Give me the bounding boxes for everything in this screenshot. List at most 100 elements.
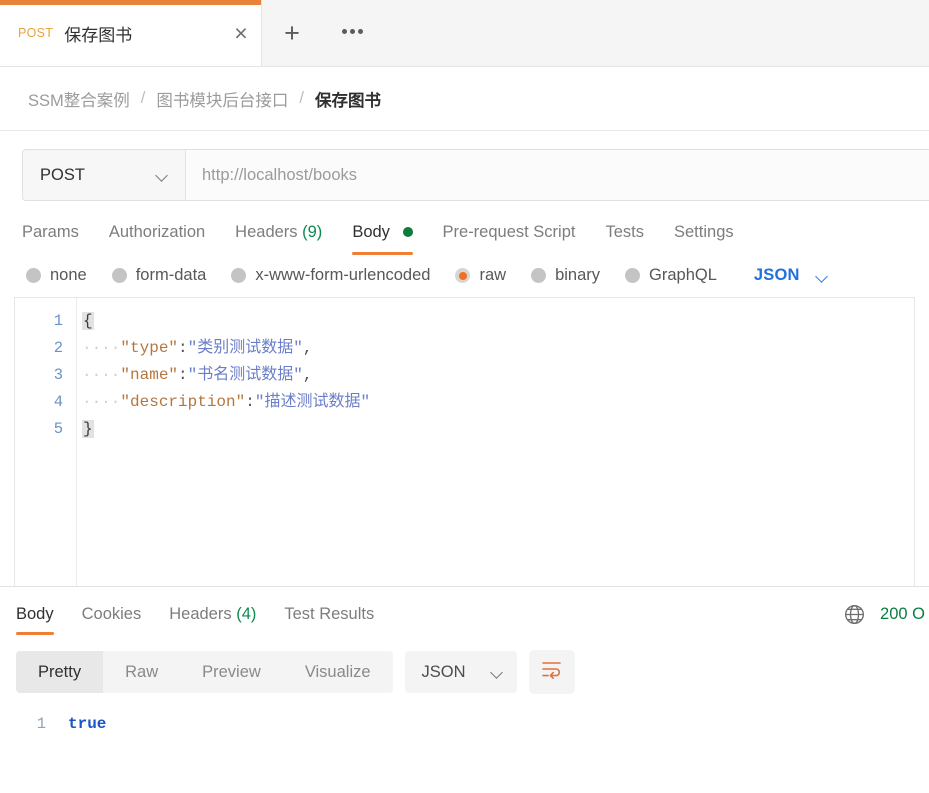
response-tab-body[interactable]: Body <box>16 591 54 638</box>
json-colon: : <box>178 366 188 384</box>
tab-headers-count: (9) <box>302 223 322 241</box>
json-colon: : <box>245 393 255 411</box>
tab-pre-request-script[interactable]: Pre-request Script <box>443 223 595 255</box>
wrap-text-icon <box>541 660 563 684</box>
radio-icon <box>26 268 41 283</box>
more-options-icon[interactable] <box>322 0 382 66</box>
json-key: "description" <box>120 393 245 411</box>
chevron-down-icon <box>156 171 169 179</box>
view-raw-button[interactable]: Raw <box>103 651 180 693</box>
breadcrumb-separator-0: / <box>141 89 146 108</box>
tab-params[interactable]: Params <box>22 223 98 255</box>
request-tab-active[interactable]: POST 保存图书 × <box>0 0 262 66</box>
tab-body[interactable]: Body <box>352 223 431 255</box>
radio-icon <box>112 268 127 283</box>
editor-line-numbers: 1 2 3 4 5 <box>15 298 77 586</box>
body-modified-dot-icon <box>403 227 413 237</box>
tab-headers-label: Headers <box>235 223 297 241</box>
wrap-text-button[interactable] <box>529 650 575 694</box>
json-colon: : <box>178 339 188 357</box>
json-value: "描述测试数据" <box>255 393 370 411</box>
code-line: { <box>82 308 914 335</box>
response-tabs: Body Cookies Headers (4) Test Results 20… <box>0 586 929 642</box>
body-type-none[interactable]: none <box>26 266 87 285</box>
chevron-down-icon <box>491 668 504 676</box>
response-tab-test-results[interactable]: Test Results <box>284 591 374 638</box>
json-comma: , <box>303 366 313 384</box>
body-type-graphql[interactable]: GraphQL <box>625 266 717 285</box>
breadcrumb-item-1[interactable]: 图书模块后台接口 <box>156 87 288 111</box>
body-format-select[interactable]: JSON <box>754 266 829 285</box>
response-tab-cookies[interactable]: Cookies <box>82 591 142 638</box>
body-type-graphql-label: GraphQL <box>649 266 717 285</box>
body-type-urlencoded-label: x-www-form-urlencoded <box>255 266 430 285</box>
url-bar: POST http://localhost/books <box>22 149 929 201</box>
code-line: ····"name":"书名测试数据", <box>82 362 914 389</box>
body-type-none-label: none <box>50 266 87 285</box>
url-input[interactable]: http://localhost/books <box>186 150 929 200</box>
tab-authorization[interactable]: Authorization <box>109 223 224 255</box>
request-body-editor[interactable]: 1 2 3 4 5 { ····"type":"类别测试数据", ····"na… <box>14 297 915 586</box>
ellipsis-icon <box>342 29 363 34</box>
http-method-select[interactable]: POST <box>23 150 186 200</box>
line-number: 3 <box>15 362 76 389</box>
body-type-row: none form-data x-www-form-urlencoded raw… <box>0 255 929 297</box>
http-method-label: POST <box>40 166 85 185</box>
new-tab-icon[interactable]: + <box>262 0 322 66</box>
line-number: 4 <box>15 389 76 416</box>
status-badge: 200 O <box>880 605 925 624</box>
breadcrumb-separator-1: / <box>299 89 304 108</box>
response-view-segmented-control: Pretty Raw Preview Visualize <box>16 651 393 693</box>
response-tab-headers[interactable]: Headers (4) <box>169 591 256 638</box>
line-number: 5 <box>15 416 76 443</box>
radio-selected-icon <box>455 268 470 283</box>
tab-strip: POST 保存图书 × + <box>0 0 929 67</box>
tab-headers[interactable]: Headers (9) <box>235 223 341 255</box>
body-type-urlencoded[interactable]: x-www-form-urlencoded <box>231 266 430 285</box>
response-body: 1 true <box>0 702 929 738</box>
close-icon[interactable]: × <box>221 0 261 66</box>
tab-title-label: 保存图书 <box>64 21 221 46</box>
json-key: "type" <box>120 339 178 357</box>
json-value: "类别测试数据" <box>188 339 303 357</box>
view-visualize-button[interactable]: Visualize <box>283 651 393 693</box>
breadcrumb: SSM整合案例 / 图书模块后台接口 / 保存图书 <box>0 67 929 131</box>
body-type-form-data[interactable]: form-data <box>112 266 207 285</box>
response-tab-headers-count: (4) <box>236 605 256 623</box>
globe-icon <box>843 603 866 626</box>
json-value: "书名测试数据" <box>188 366 303 384</box>
indent-guide: ···· <box>82 339 120 357</box>
body-type-form-data-label: form-data <box>136 266 207 285</box>
response-format-select[interactable]: JSON <box>405 651 517 693</box>
response-tab-headers-label: Headers <box>169 605 231 623</box>
body-type-raw[interactable]: raw <box>455 266 506 285</box>
line-number: 1 <box>15 308 76 335</box>
url-bar-row: POST http://localhost/books <box>0 131 929 201</box>
code-line: ····"type":"类别测试数据", <box>82 335 914 362</box>
indent-guide: ···· <box>82 393 120 411</box>
view-preview-button[interactable]: Preview <box>180 651 283 693</box>
body-type-binary-label: binary <box>555 266 600 285</box>
body-format-label: JSON <box>754 266 800 285</box>
body-type-binary[interactable]: binary <box>531 266 600 285</box>
indent-guide: ···· <box>82 366 120 384</box>
view-pretty-button[interactable]: Pretty <box>16 651 103 693</box>
breadcrumb-item-0[interactable]: SSM整合案例 <box>28 87 130 111</box>
response-line-number: 1 <box>0 711 60 738</box>
tab-tests[interactable]: Tests <box>605 223 663 255</box>
chevron-down-icon <box>816 272 829 280</box>
line-number: 2 <box>15 335 76 362</box>
tab-method-label: POST <box>18 26 53 40</box>
breadcrumb-item-current: 保存图书 <box>315 87 381 111</box>
postman-window: POST 保存图书 × + SSM整合案例 / 图书模块后台接口 / 保存图书 … <box>0 0 929 793</box>
response-format-label: JSON <box>422 663 466 682</box>
body-type-raw-label: raw <box>479 266 506 285</box>
json-open-brace: { <box>82 312 94 330</box>
response-body-value: true <box>60 711 106 738</box>
json-comma: , <box>303 339 313 357</box>
tab-settings[interactable]: Settings <box>674 223 753 255</box>
editor-code[interactable]: { ····"type":"类别测试数据", ····"name":"书名测试数… <box>77 298 914 586</box>
radio-icon <box>531 268 546 283</box>
json-close-brace: } <box>82 420 94 438</box>
radio-icon <box>231 268 246 283</box>
